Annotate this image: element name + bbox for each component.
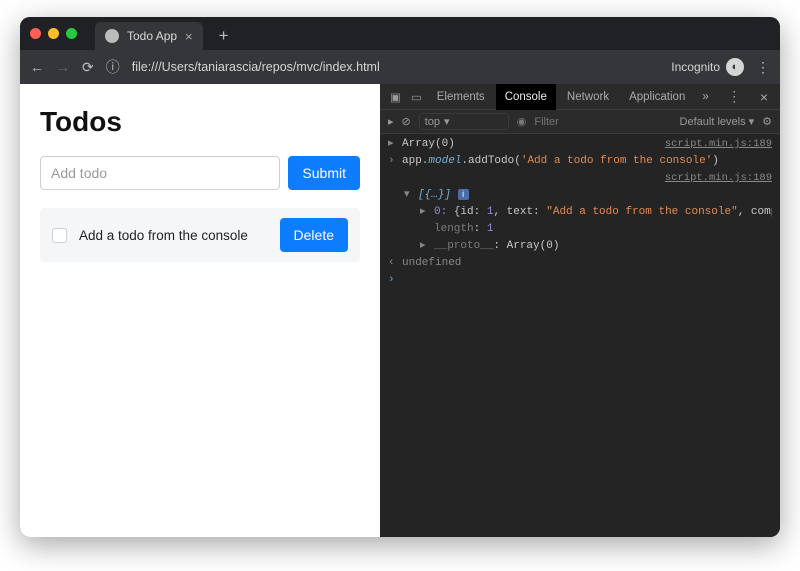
tab-network[interactable]: Network <box>558 84 618 110</box>
titlebar: Todo App × + <box>20 17 780 50</box>
expand-icon[interactable]: ▸ <box>420 239 428 254</box>
array-preview: [{…}] <box>418 189 451 201</box>
site-info-icon[interactable]: ⓘ <box>106 57 120 77</box>
console-message: app.model.addTodo('Add a todo from the c… <box>402 154 772 169</box>
source-link[interactable]: script.min.js:189 <box>665 171 772 186</box>
context-selector[interactable]: top ▾ <box>419 113 509 130</box>
return-chevron-icon: ‹ <box>388 256 396 271</box>
sidebar-toggle-icon[interactable]: ▸ <box>388 115 394 128</box>
console-prompt[interactable]: › <box>380 272 780 288</box>
clear-console-icon[interactable]: ⊘ <box>402 115 411 128</box>
console-message: Array(0) <box>402 137 659 152</box>
delete-button[interactable]: Delete <box>280 218 348 252</box>
incognito-indicator: Incognito ◐ <box>671 58 744 76</box>
console-filter-input[interactable] <box>534 116 594 128</box>
console-array-summary[interactable]: ▾ [{…}] i <box>380 187 780 204</box>
submit-button[interactable]: Submit <box>288 156 360 190</box>
object-preview: 0: {id: 1, text: "Add a todo from the co… <box>434 205 772 220</box>
window-minimize-button[interactable] <box>48 28 59 39</box>
page: Todos Submit Add a todo from the console… <box>20 84 380 537</box>
tab-application[interactable]: Application <box>620 84 694 110</box>
chevron-down-icon: ▾ <box>444 115 450 128</box>
live-expression-icon[interactable]: ◉ <box>517 115 527 128</box>
add-todo-input[interactable] <box>40 156 280 190</box>
todo-checkbox[interactable] <box>52 228 67 243</box>
devtools-panel: ▣ ▭ Elements Console Network Application… <box>380 84 780 537</box>
tab-title: Todo App <box>127 29 177 43</box>
todo-text: Add a todo from the console <box>79 228 268 243</box>
incognito-icon: ◐ <box>726 58 744 76</box>
devtools-menu-icon[interactable]: ⋮ <box>721 88 747 105</box>
forward-button[interactable]: → <box>56 59 70 75</box>
window-controls <box>30 28 77 39</box>
console-line[interactable]: ▸ Array(0) script.min.js:189 <box>380 136 780 153</box>
log-levels-label: Default levels <box>680 116 746 128</box>
console-array-entry[interactable]: ▸ 0: {id: 1, text: "Add a todo from the … <box>380 204 780 221</box>
browser-menu-button[interactable]: ⋮ <box>756 59 770 76</box>
context-label: top <box>425 116 440 128</box>
content-area: Todos Submit Add a todo from the console… <box>20 84 780 537</box>
prompt-chevron-icon: › <box>388 274 396 286</box>
input-chevron-icon: › <box>388 154 396 169</box>
console-input-echo[interactable]: › app.model.addTodo('Add a todo from the… <box>380 153 780 170</box>
window-maximize-button[interactable] <box>66 28 77 39</box>
tabs-overflow-icon[interactable]: » <box>696 91 714 103</box>
expand-icon[interactable]: ▸ <box>388 137 396 152</box>
toolbar: ← → ⟳ ⓘ file:///Users/taniarascia/repos/… <box>20 50 780 84</box>
source-link[interactable]: script.min.js:189 <box>665 137 772 152</box>
todo-item: Add a todo from the console Delete <box>40 208 360 262</box>
tab-close-icon[interactable]: × <box>185 29 193 44</box>
back-button[interactable]: ← <box>30 59 44 75</box>
console-output: ▸ Array(0) script.min.js:189 › app.model… <box>380 134 780 537</box>
tab-favicon <box>105 29 119 43</box>
address-bar[interactable]: file:///Users/taniarascia/repos/mvc/inde… <box>132 60 660 74</box>
console-line[interactable]: script.min.js:189 <box>380 170 780 187</box>
reload-button[interactable]: ⟳ <box>82 59 94 76</box>
console-toolbar: ▸ ⊘ top ▾ ◉ Default levels ▾ ⚙ <box>380 110 780 134</box>
inspect-element-icon[interactable]: ▣ <box>386 90 405 104</box>
console-property: length: 1 <box>380 221 780 238</box>
tab-elements[interactable]: Elements <box>428 84 494 110</box>
new-tab-button[interactable]: + <box>219 26 229 46</box>
console-settings-icon[interactable]: ⚙ <box>762 115 772 128</box>
page-title: Todos <box>40 106 360 138</box>
device-toolbar-icon[interactable]: ▭ <box>407 90 426 104</box>
devtools-tabstrip: ▣ ▭ Elements Console Network Application… <box>380 84 780 110</box>
chevron-down-icon: ▾ <box>749 115 755 128</box>
collapse-icon[interactable]: ▾ <box>404 188 412 203</box>
return-value: undefined <box>402 256 772 271</box>
window-close-button[interactable] <box>30 28 41 39</box>
log-levels-selector[interactable]: Default levels ▾ <box>680 115 755 128</box>
add-todo-form: Submit <box>40 156 360 190</box>
browser-window: Todo App × + ← → ⟳ ⓘ file:///Users/tania… <box>20 17 780 537</box>
console-return: ‹ undefined <box>380 255 780 272</box>
info-icon[interactable]: i <box>458 189 469 200</box>
console-property[interactable]: ▸ __proto__: Array(0) <box>380 238 780 255</box>
expand-icon[interactable]: ▸ <box>420 205 428 220</box>
incognito-label: Incognito <box>671 60 720 74</box>
devtools-close-icon[interactable]: × <box>754 89 774 105</box>
browser-tab[interactable]: Todo App × <box>95 22 203 50</box>
tab-console[interactable]: Console <box>496 84 556 110</box>
